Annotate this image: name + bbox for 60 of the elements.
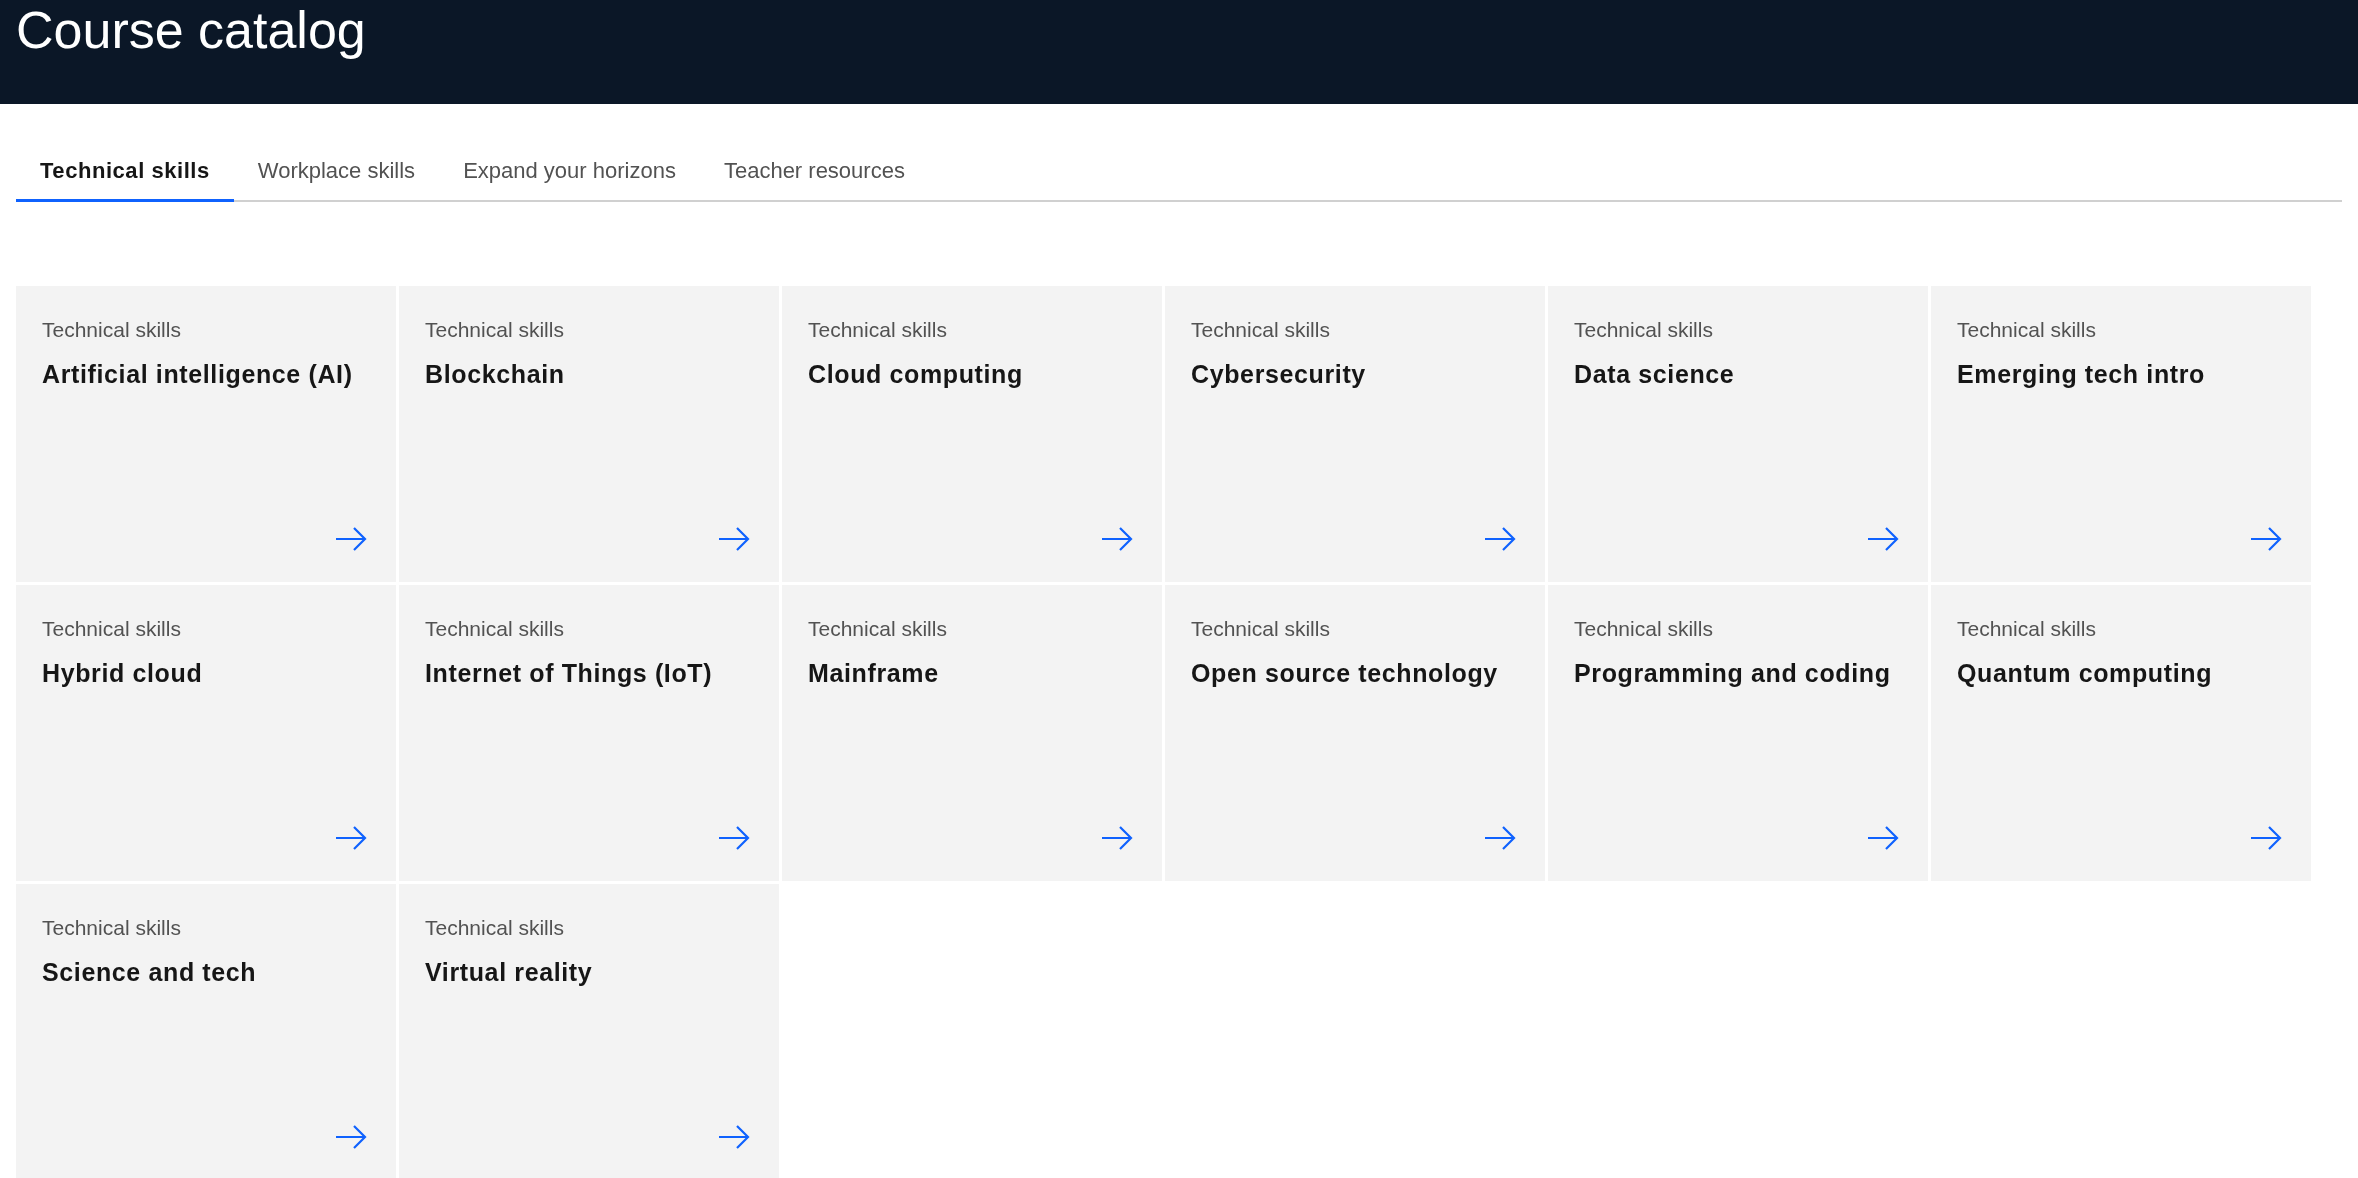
course-card[interactable]: Technical skills Artificial intelligence (AI): [16, 286, 396, 582]
tab[interactable]: Teacher resources: [699, 150, 929, 202]
course-card[interactable]: Technical skills Programming and coding: [1548, 585, 1928, 881]
tab[interactable]: Workplace skills: [233, 150, 440, 202]
card-category: Technical skills: [425, 616, 565, 642]
card-category: Technical skills: [1957, 616, 2097, 642]
arrow-right-icon: [2249, 526, 2283, 552]
course-card[interactable]: Technical skills Data science: [1548, 286, 1928, 582]
card-title: Science and tech: [42, 956, 258, 988]
arrow-right-icon: [1866, 526, 1900, 552]
card-category: Technical skills: [1191, 616, 1331, 642]
card-category: Technical skills: [42, 915, 182, 941]
arrow-right-icon: [1483, 825, 1517, 851]
course-card[interactable]: Technical skills Science and tech: [16, 884, 396, 1178]
card-title: Cybersecurity: [1191, 358, 1367, 390]
course-card[interactable]: Technical skills Virtual reality: [399, 884, 779, 1178]
arrow-right-icon: [1866, 825, 1900, 851]
card-category: Technical skills: [42, 317, 182, 343]
arrow-right-icon: [1100, 825, 1134, 851]
course-card[interactable]: Technical skills Emerging tech intro: [1931, 286, 2311, 582]
card-category: Technical skills: [808, 616, 948, 642]
arrow-right-icon: [717, 1124, 751, 1150]
course-card[interactable]: Technical skills Quantum computing: [1931, 585, 2311, 881]
card-title: Hybrid cloud: [42, 657, 204, 689]
arrow-right-icon: [1483, 526, 1517, 552]
course-card[interactable]: Technical skills Internet of Things (IoT): [399, 585, 779, 881]
card-category: Technical skills: [425, 317, 565, 343]
course-card[interactable]: Technical skills Mainframe: [782, 585, 1162, 881]
arrow-right-icon: [334, 1124, 368, 1150]
tab[interactable]: Expand your horizons: [439, 150, 700, 202]
card-title: Open source technology: [1191, 657, 1499, 689]
card-title: Internet of Things (IoT): [425, 657, 714, 689]
card-title: Mainframe: [808, 657, 940, 689]
course-card[interactable]: Technical skills Hybrid cloud: [16, 585, 396, 881]
card-title: Data science: [1574, 358, 1736, 390]
card-category: Technical skills: [1574, 317, 1714, 343]
card-title: Cloud computing: [808, 358, 1024, 390]
course-card[interactable]: Technical skills Open source technology: [1165, 585, 1545, 881]
card-title: Programming and coding: [1574, 657, 1892, 689]
card-title: Quantum computing: [1957, 657, 2214, 689]
course-card[interactable]: Technical skills Cybersecurity: [1165, 286, 1545, 582]
card-title: Virtual reality: [425, 956, 594, 988]
card-category: Technical skills: [42, 616, 182, 642]
card-title: Artificial intelligence (AI): [42, 358, 354, 390]
course-card[interactable]: Technical skills Cloud computing: [782, 286, 1162, 582]
arrow-right-icon: [717, 526, 751, 552]
arrow-right-icon: [717, 825, 751, 851]
card-category: Technical skills: [1574, 616, 1714, 642]
course-card[interactable]: Technical skills Blockchain: [399, 286, 779, 582]
tab[interactable]: Technical skills: [16, 150, 234, 202]
arrow-right-icon: [1100, 526, 1134, 552]
arrow-right-icon: [2249, 825, 2283, 851]
card-category: Technical skills: [1957, 317, 2097, 343]
card-title: Emerging tech intro: [1957, 358, 2206, 390]
card-category: Technical skills: [425, 915, 565, 941]
card-category: Technical skills: [808, 317, 948, 343]
arrow-right-icon: [334, 526, 368, 552]
arrow-right-icon: [334, 825, 368, 851]
card-title: Blockchain: [425, 358, 566, 390]
card-category: Technical skills: [1191, 317, 1331, 343]
